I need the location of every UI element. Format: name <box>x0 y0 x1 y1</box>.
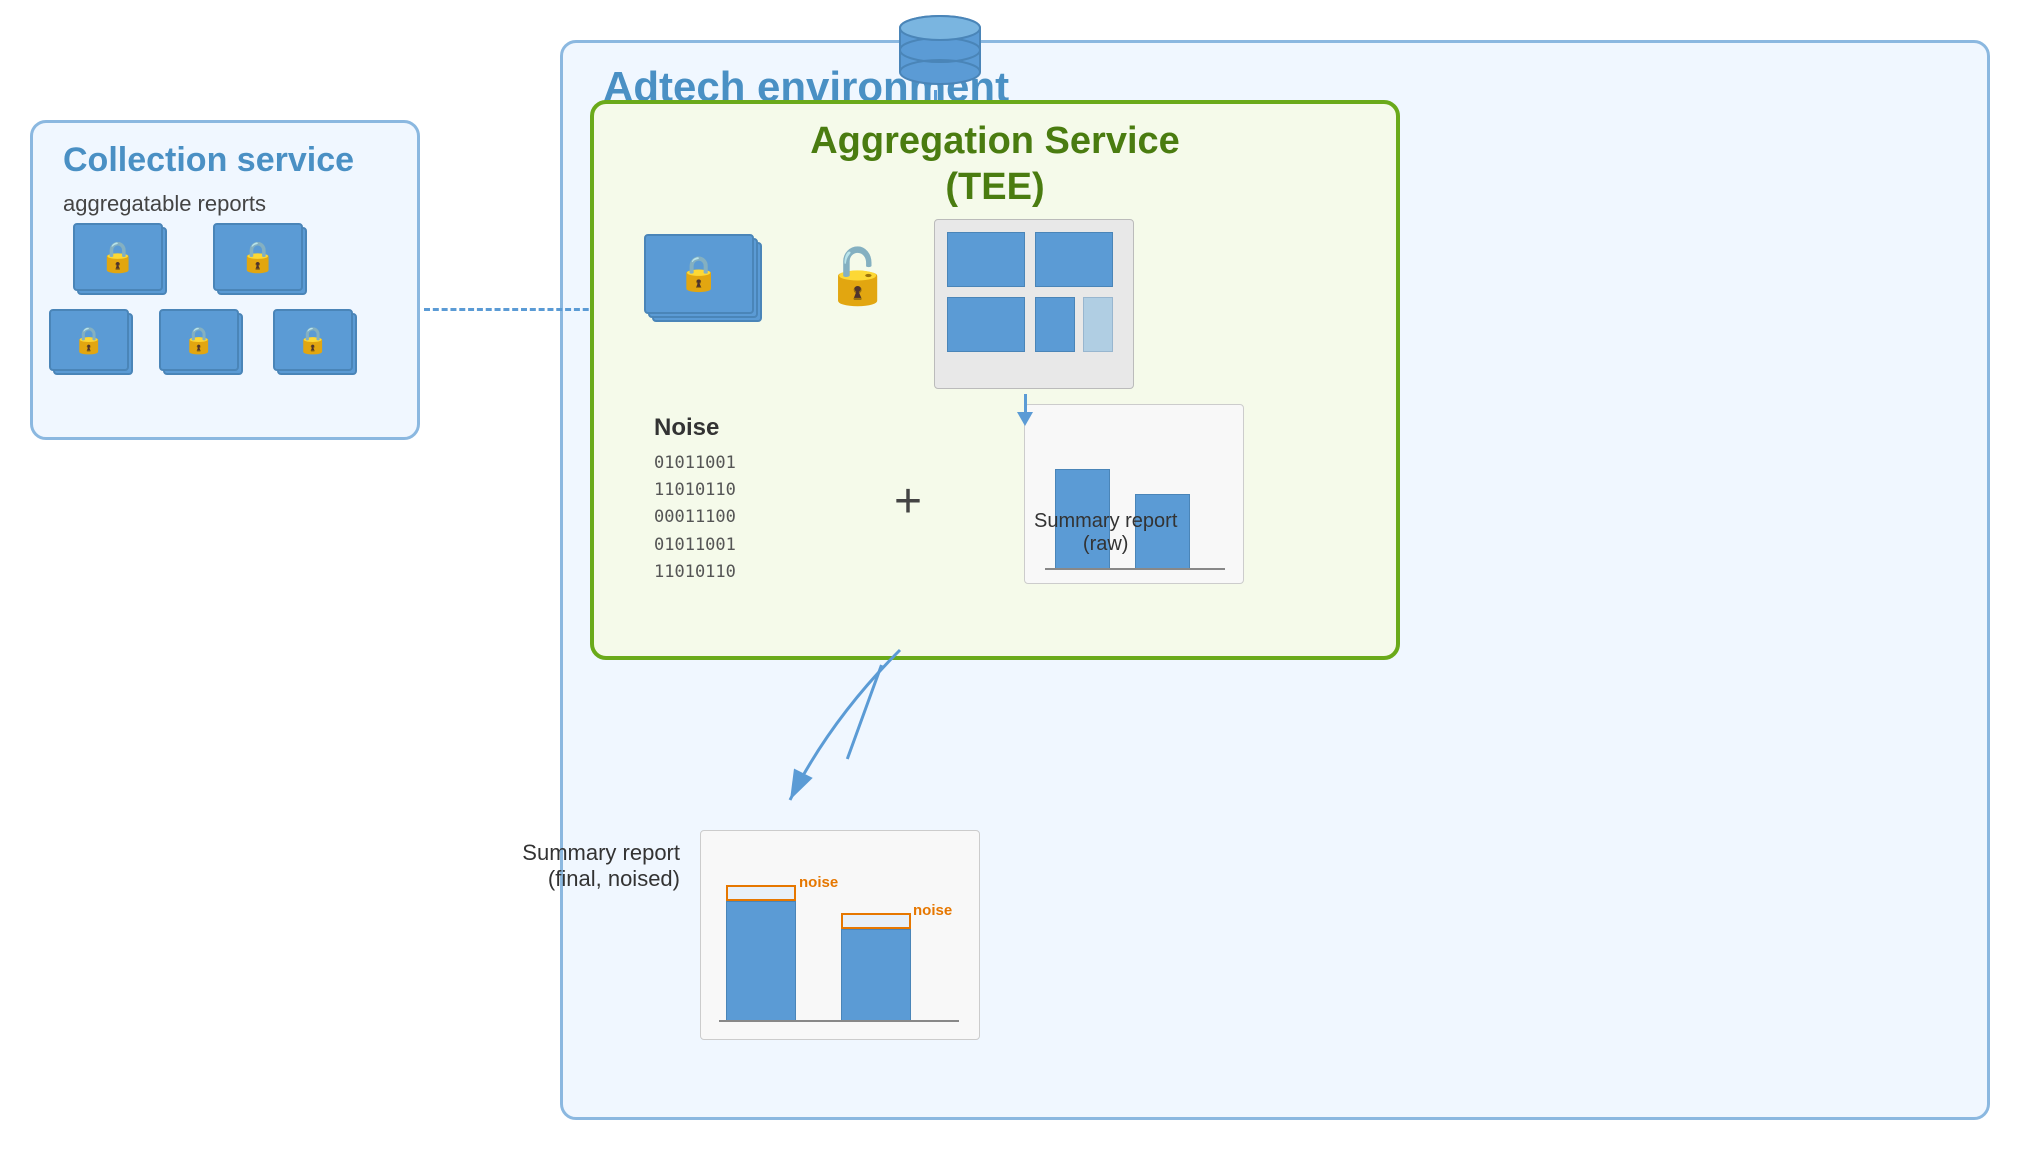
down-arrow-head <box>1017 412 1033 426</box>
noise-label-2: noise <box>913 902 952 919</box>
final-chart: noise noise <box>700 830 980 1040</box>
bar2 <box>841 929 911 1021</box>
raw-chart <box>1024 404 1244 584</box>
aggregation-service-title: Aggregation Service <box>594 120 1396 163</box>
unlocked-padlock: 🔓 <box>824 246 891 309</box>
plus-sign: + <box>894 474 922 529</box>
collection-service-subtitle: aggregatable reports <box>63 191 266 217</box>
noise-section: Noise 0101100111010110000111000101100111… <box>654 414 719 442</box>
noise-bar2 <box>841 913 911 929</box>
main-container: Adtech environment Collection service ag… <box>0 0 2032 1160</box>
noise-bar1 <box>726 885 796 901</box>
noise-label-1: noise <box>799 874 838 891</box>
noise-label: Noise <box>654 414 719 442</box>
chart-baseline <box>719 1020 959 1022</box>
aggregation-service-tee: (TEE) <box>594 166 1396 209</box>
database-icon <box>895 10 985 95</box>
summary-final-label: Summary report (final, noised) <box>420 840 680 892</box>
bar1 <box>726 901 796 1021</box>
collection-service-title: Collection service <box>63 141 354 180</box>
aggregation-service-box: Aggregation Service (TEE) 🔒 🔓 Noise <box>590 100 1400 660</box>
collection-service-box: Collection service aggregatable reports … <box>30 120 420 440</box>
noise-binary: 0101100111010110000111000101100111010110 <box>654 450 736 586</box>
down-arrow-line <box>1024 394 1027 414</box>
decoded-report <box>934 219 1134 389</box>
summary-raw-label: Summary report (raw) <box>1034 510 1177 556</box>
